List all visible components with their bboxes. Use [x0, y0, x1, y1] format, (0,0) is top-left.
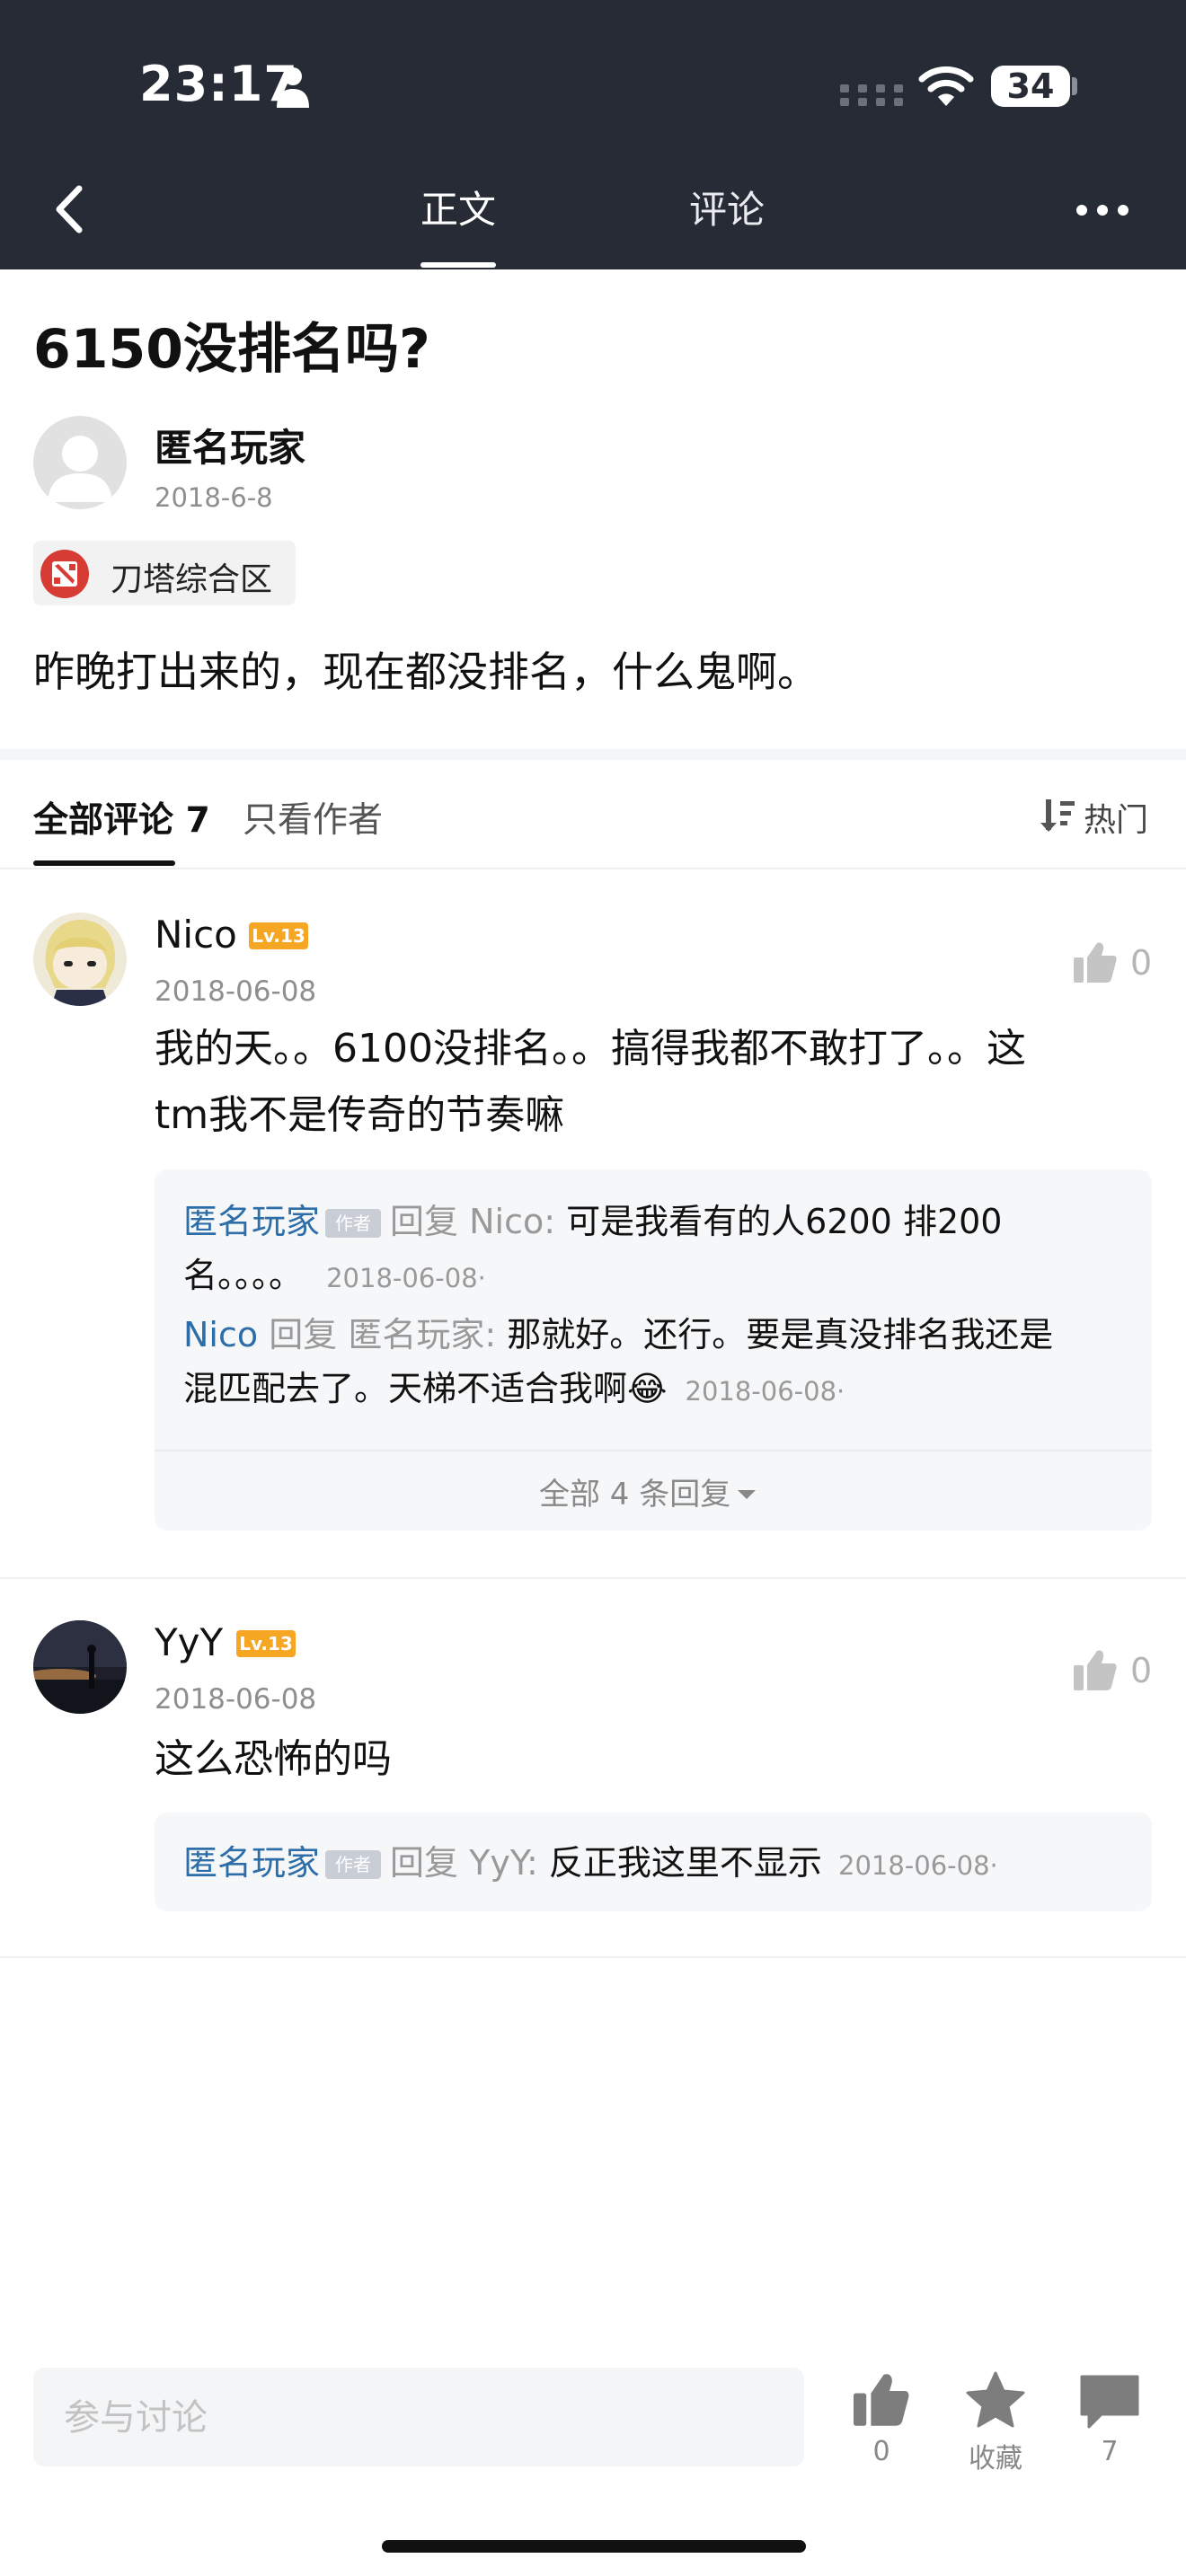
thumb-up-icon[interactable] — [1074, 941, 1117, 983]
reply-verb: 回复 — [390, 1202, 459, 1241]
reply-item-line2: 名。。。。 2018-06-08· — [183, 1248, 486, 1305]
home-indicator[interactable] — [382, 2540, 806, 2553]
comment-text: 这么恐怖的吗 — [155, 1736, 392, 1782]
thumb-up-icon[interactable] — [1074, 1649, 1117, 1690]
reply-from[interactable]: 匿名玩家 — [183, 1202, 320, 1241]
divider — [0, 1577, 1186, 1579]
level-badge: Lv.13 — [249, 922, 308, 949]
reply-text: 反正我这里不显示 — [548, 1843, 822, 1883]
reply-item[interactable]: 匿名玩家 作者 回复 YyY: 反正我这里不显示 2018-06-08· — [183, 1836, 998, 1892]
more-icon[interactable] — [1075, 203, 1130, 217]
discussion-input-container — [33, 2368, 804, 2468]
reply-from[interactable]: 匿名玩家 — [183, 1843, 320, 1883]
user-avatar-image — [33, 1620, 127, 1714]
section-gap — [0, 749, 1186, 760]
favorite-label[interactable]: 收藏 — [960, 2436, 1031, 2475]
default-avatar-icon — [48, 436, 112, 502]
author-name[interactable]: 匿名玩家 — [155, 418, 305, 472]
comment-username[interactable]: Nico — [155, 913, 237, 957]
avatar[interactable] — [33, 416, 127, 509]
post-title: 6150没排名吗? — [33, 318, 430, 381]
forum-icon — [40, 550, 89, 598]
reply-verb: 回复 — [390, 1843, 459, 1883]
wifi-icon — [918, 66, 974, 106]
battery-level: 34 — [1006, 66, 1055, 106]
reply-divider — [155, 1450, 1152, 1451]
thumb-up-icon[interactable] — [854, 2371, 909, 2427]
tab-author-only[interactable]: 只看作者 — [243, 792, 383, 842]
comment-icon[interactable] — [1080, 2375, 1139, 2429]
signal-dots-icon — [840, 84, 903, 106]
forum-tag[interactable]: 刀塔综合区 — [33, 541, 296, 605]
reply-text-line2: 混匹配去了。天梯不适合我啊😂 — [183, 1369, 668, 1408]
tab-comments[interactable]: 评论 — [689, 180, 765, 234]
author-badge: 作者 — [325, 1850, 382, 1879]
reply-to[interactable]: YyY: — [469, 1843, 538, 1883]
reply-text: 可是我看有的人6200 排200 — [566, 1202, 1003, 1241]
tab-all-comments-underline — [33, 860, 175, 866]
reply-from[interactable]: Nico — [183, 1315, 258, 1354]
user-avatar-image — [33, 913, 127, 1006]
comment-text-line2: tm我不是传奇的节奏嘛 — [155, 1092, 565, 1138]
reply-to[interactable]: Nico: — [469, 1202, 555, 1241]
reply-verb: 回复 — [269, 1315, 338, 1354]
tab-all-comments[interactable]: 全部评论 7 — [33, 792, 210, 842]
forum-label: 刀塔综合区 — [111, 561, 273, 598]
reply-date: 2018-06-08· — [838, 1850, 998, 1881]
top-bar — [0, 0, 1186, 269]
back-icon[interactable] — [47, 180, 92, 239]
like-count: 0 — [1130, 1651, 1153, 1690]
discussion-input[interactable] — [62, 2368, 784, 2468]
avatar[interactable] — [33, 1620, 127, 1714]
comment-username[interactable]: YyY — [155, 1620, 223, 1664]
reply-text: 那就好。还行。要是真没排名我还是 — [507, 1315, 1054, 1354]
tab-underline — [420, 262, 496, 268]
reply-item[interactable]: Nico 回复 匿名玩家: 那就好。还行。要是真没排名我还是 — [183, 1308, 1053, 1362]
battery-icon: 34 — [991, 66, 1070, 107]
reply-item-line2: 混匹配去了。天梯不适合我啊😂 2018-06-08· — [183, 1362, 845, 1418]
chevron-down-icon — [738, 1490, 757, 1499]
post-body: 昨晚打出来的，现在都没排名，什么鬼啊。 — [33, 648, 819, 696]
comment-count: 7 — [1101, 2436, 1119, 2467]
tab-body[interactable]: 正文 — [420, 180, 496, 234]
battery-tip — [1072, 77, 1077, 95]
like-count: 0 — [1130, 943, 1153, 983]
divider — [0, 1956, 1186, 1958]
comment-date: 2018-06-08 — [155, 1683, 317, 1716]
more-replies-button[interactable]: 全部 4 条回复 — [539, 1469, 757, 1513]
sort-icon[interactable] — [1040, 796, 1078, 834]
star-icon[interactable] — [966, 2371, 1025, 2429]
comment-date: 2018-06-08 — [155, 975, 317, 1008]
level-badge: Lv.13 — [236, 1630, 296, 1657]
reply-item[interactable]: 匿名玩家 作者 回复 Nico: 可是我看有的人6200 排200 — [183, 1195, 1002, 1248]
more-replies-label: 全部 4 条回复 — [539, 1477, 731, 1513]
divider — [0, 868, 1186, 869]
like-count: 0 — [872, 2436, 890, 2467]
comment-text: 我的天。。6100没排名。。搞得我都不敢打了。。这 — [155, 1026, 1026, 1072]
reply-date: 2018-06-08· — [685, 1376, 845, 1407]
avatar[interactable] — [33, 913, 127, 1006]
sort-label[interactable]: 热门 — [1084, 794, 1148, 841]
person-icon — [277, 67, 309, 108]
reply-to[interactable]: 匿名玩家: — [348, 1315, 496, 1354]
reply-date: 2018-06-08· — [326, 1263, 486, 1293]
reply-text-line2: 名。。。。 — [183, 1256, 304, 1295]
author-badge: 作者 — [325, 1209, 382, 1238]
post-date: 2018-6-8 — [155, 482, 273, 513]
